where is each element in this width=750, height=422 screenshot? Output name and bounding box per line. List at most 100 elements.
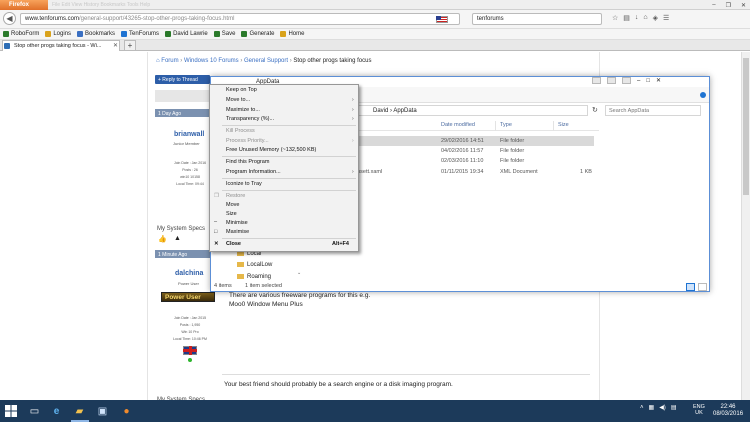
download-icon[interactable]: ↓ xyxy=(635,14,639,22)
back-button[interactable]: ◀ xyxy=(3,12,16,25)
tenforums-favicon-icon xyxy=(4,43,10,49)
explorer-pin-icon[interactable] xyxy=(592,77,601,84)
explorer-address-bar[interactable]: David › AppData xyxy=(354,105,588,116)
row-date: 02/03/2016 11:10 xyxy=(441,158,484,164)
post2-text-line2: Moo0 Window Menu Plus xyxy=(229,301,303,308)
menu-transparency[interactable]: Transparency (%)... xyxy=(226,116,274,122)
menu-iconize[interactable]: Iconize to Tray xyxy=(226,181,262,187)
tab-active[interactable]: Stop other progs taking focus - Wi... xyxy=(2,40,120,51)
explorer-search-input[interactable]: Search AppData xyxy=(605,105,701,116)
menu-move[interactable]: Move xyxy=(226,202,239,208)
menu-separator xyxy=(222,156,356,157)
breadcrumb-windows10[interactable]: Windows 10 Forums xyxy=(184,58,239,64)
post-date: 1 Day Ago xyxy=(155,109,210,117)
nav-item-roaming[interactable]: Roaming xyxy=(237,274,271,280)
close-icon[interactable]: ✕ xyxy=(741,2,746,9)
help-icon[interactable] xyxy=(700,92,706,98)
firefox-menu-button[interactable]: Firefox xyxy=(0,0,48,10)
notification-icon[interactable]: ▤ xyxy=(671,404,677,411)
edge-icon[interactable]: e xyxy=(48,403,65,419)
nav-item-locallow[interactable]: LocalLow xyxy=(237,262,272,268)
table-row[interactable]: 04/02/2016 11:57 File folder xyxy=(355,146,594,156)
menu-keep-on-top[interactable]: Keep on Top xyxy=(226,87,257,93)
menu-kill-process[interactable]: Kill Process xyxy=(226,128,255,134)
column-size[interactable]: Size xyxy=(558,122,569,128)
reply-to-thread-button[interactable]: + Reply to Thread xyxy=(155,75,210,84)
menu-program-info[interactable]: Program Information... xyxy=(226,169,281,175)
taskbar xyxy=(0,400,750,422)
volume-icon[interactable]: ◀) xyxy=(659,404,666,411)
breadcrumb-home-icon[interactable]: ⌂ xyxy=(156,58,160,64)
search-input[interactable]: tenforums xyxy=(472,13,602,25)
my-system-specs-link[interactable]: My System Specs xyxy=(157,226,205,232)
store-icon[interactable]: ▣ xyxy=(94,403,111,419)
minimize-icon[interactable]: – xyxy=(712,2,715,8)
us-flag-canton xyxy=(436,16,441,20)
new-tab-button[interactable]: + xyxy=(124,40,136,51)
menu-find-program[interactable]: Find this Program xyxy=(226,159,269,165)
large-icons-view-icon[interactable] xyxy=(698,283,707,291)
menu-restore[interactable]: Restore xyxy=(226,193,245,199)
explorer-restore-icon[interactable] xyxy=(607,77,616,84)
refresh-icon[interactable]: ↻ xyxy=(592,106,598,114)
row-date: 01/11/2015 19:34 xyxy=(441,169,484,175)
menu-maximise[interactable]: Maximise xyxy=(226,229,249,235)
bookmark-home[interactable]: Home xyxy=(280,31,304,37)
bookmark-logins[interactable]: Logins xyxy=(45,31,71,37)
windows-start-icon[interactable] xyxy=(3,403,19,419)
menu-close[interactable]: Close xyxy=(226,241,241,247)
post2-username[interactable]: dalchina xyxy=(175,270,203,277)
tab-close-icon[interactable]: ✕ xyxy=(113,42,118,49)
bookmark-roboform[interactable]: RoboForm xyxy=(3,31,39,37)
post1-username[interactable]: brianwall xyxy=(174,131,204,138)
bookmark-save[interactable]: Save xyxy=(213,31,235,37)
shield-icon[interactable]: ◈ xyxy=(653,14,658,22)
tray-overflow-icon[interactable]: ˄ xyxy=(640,405,644,411)
bookmark-bookmarks[interactable]: Bookmarks xyxy=(77,31,115,37)
page-scrollbar-thumb[interactable] xyxy=(743,58,749,195)
submenu-arrow-icon: › xyxy=(352,169,354,175)
menu-size[interactable]: Size xyxy=(226,211,237,217)
table-row[interactable]: gensett.xaml 01/11/2015 19:34 XML Docume… xyxy=(351,167,594,177)
bookmark-generate[interactable]: Generate xyxy=(241,31,274,37)
table-row[interactable]: 29/02/2016 14:51 File folder xyxy=(355,136,594,146)
power-user-badge: Power User xyxy=(161,292,215,302)
bookmarks-icon[interactable]: ▤ xyxy=(623,14,630,22)
column-type[interactable]: Type xyxy=(500,122,512,128)
menu-minimise[interactable]: Minimise xyxy=(226,220,248,226)
menu-process-priority[interactable]: Process Priority... xyxy=(226,138,269,144)
explorer-maximize-icon[interactable]: □ xyxy=(646,78,650,84)
taskbar-clock[interactable]: 22:46 08/03/2016 xyxy=(713,404,743,418)
menu-move-to[interactable]: Move to... xyxy=(226,97,250,103)
minimise-icon: – xyxy=(214,219,218,225)
menu-icon[interactable]: ☰ xyxy=(663,14,669,22)
firefox-icon[interactable]: ● xyxy=(118,403,135,419)
star-icon[interactable]: ☆ xyxy=(612,14,618,22)
file-explorer-icon[interactable]: ▰ xyxy=(71,403,88,419)
nav-scroll-down-icon[interactable]: ⌄ xyxy=(297,270,301,276)
explorer-minimize-icon[interactable]: – xyxy=(637,78,640,84)
explorer-tray-icon[interactable] xyxy=(622,77,631,84)
warning-icon[interactable]: ▲ xyxy=(174,235,181,242)
menu-free-memory[interactable]: Free Unused Memory (~132,500 KB) xyxy=(226,147,316,153)
language-indicator[interactable]: ENG UK xyxy=(693,404,705,416)
breadcrumb: ⌂ Forum › Windows 10 Forums › General Su… xyxy=(156,58,372,64)
column-date-modified[interactable]: Date modified xyxy=(441,122,475,128)
network-icon[interactable]: ▦ xyxy=(649,404,655,411)
bookmark-david-lawrie[interactable]: David Lawrie xyxy=(165,31,208,37)
bookmark-tenforums[interactable]: TenForums xyxy=(121,31,159,37)
save-icon xyxy=(213,31,220,37)
breadcrumb-forum[interactable]: Forum xyxy=(161,58,178,64)
explorer-close-icon[interactable]: ✕ xyxy=(656,77,661,84)
home-icon[interactable]: ⌂ xyxy=(643,14,647,22)
breadcrumb-general-support[interactable]: General Support xyxy=(244,58,288,64)
thumbs-up-icon[interactable]: 👍 xyxy=(158,235,167,243)
url-bar[interactable]: www.tenforums.com/general-support/43265-… xyxy=(20,13,460,25)
menu-maximize-to[interactable]: Maximize to... xyxy=(226,107,260,113)
restore-icon[interactable]: ❐ xyxy=(726,2,731,9)
submenu-arrow-icon: › xyxy=(352,138,354,144)
url-host: www.tenforums.com xyxy=(25,16,80,22)
table-row[interactable]: 02/03/2016 11:10 File folder xyxy=(355,156,594,166)
task-view-icon[interactable]: ▭ xyxy=(26,403,43,419)
details-view-icon[interactable] xyxy=(686,283,695,291)
